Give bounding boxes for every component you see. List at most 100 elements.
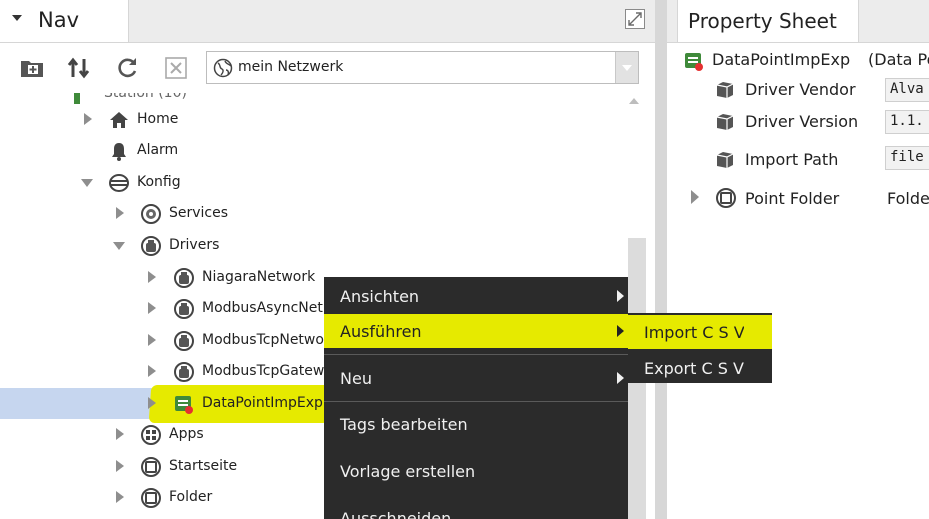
submenu-arrow-icon: [617, 290, 624, 302]
expand-icon[interactable]: [116, 207, 124, 219]
menu-item-ansichten[interactable]: Ansichten: [324, 279, 628, 313]
property-label: Driver Vendor: [745, 80, 856, 99]
expand-icon[interactable]: [148, 302, 156, 314]
menu-item-label: Ausschneiden: [340, 509, 452, 519]
tree-row-drivers[interactable]: Drivers: [0, 230, 620, 261]
menu-item-label: Ansichten: [340, 287, 420, 306]
property-row-import-path[interactable]: Import Path file: [667, 145, 929, 175]
menu-item-label: Export C S V: [644, 359, 744, 378]
tree-label: Drivers: [169, 237, 220, 253]
tree-row-konfig[interactable]: Konfig: [0, 167, 620, 198]
services-icon: [140, 203, 162, 225]
property-sheet-title: Property Sheet: [688, 9, 837, 33]
menu-item-import-csv[interactable]: Import C S V: [628, 315, 745, 349]
submenu-ausfuehren: Import C S V Export C S V: [628, 313, 772, 383]
property-value-field[interactable]: 1.1.: [885, 110, 929, 134]
tree-label: Home: [137, 111, 179, 127]
property-sheet-tab[interactable]: Property Sheet: [677, 0, 859, 42]
tree-label: Alarm: [137, 142, 179, 158]
menu-item-ausfuehren[interactable]: Ausführen: [324, 314, 628, 348]
expand-icon[interactable]: [116, 491, 124, 503]
tree-row-alarm[interactable]: Alarm: [0, 135, 620, 166]
folder-icon: [140, 487, 162, 509]
database-icon: [108, 172, 130, 194]
expand-icon[interactable]: [148, 397, 156, 409]
submenu-arrow-icon: [617, 372, 624, 384]
property-root-row[interactable]: DataPointImpExp (Data Po: [667, 46, 929, 74]
network-icon: [173, 361, 195, 383]
scroll-up-icon[interactable]: [629, 98, 639, 104]
menu-item-vorlage-erstellen[interactable]: Vorlage erstellen: [324, 454, 628, 488]
property-sheet-panel: Property Sheet DataPointImpExp (Data Po …: [667, 0, 929, 519]
expand-icon[interactable]: [148, 334, 156, 346]
menu-item-neu[interactable]: Neu: [324, 361, 628, 395]
expand-icon[interactable]: [116, 428, 124, 440]
tree-row-home[interactable]: Home: [0, 104, 620, 135]
network-icon: [173, 298, 195, 320]
menu-item-tags-bearbeiten[interactable]: Tags bearbeiten: [324, 407, 628, 441]
expand-icon[interactable]: [84, 113, 92, 125]
property-row-driver-version[interactable]: Driver Version 1.1.: [667, 108, 929, 138]
nav-tab-title: Nav: [38, 8, 80, 32]
property-label: Import Path: [745, 150, 839, 169]
tree-label: ModbusAsyncNet: [202, 300, 323, 316]
property-label: Point Folder: [745, 189, 840, 208]
collapse-icon[interactable]: [81, 179, 93, 187]
expand-icon[interactable]: [148, 271, 156, 283]
close-icon[interactable]: [163, 55, 189, 81]
caret-down-icon[interactable]: [12, 15, 22, 21]
property-value: Folde: [887, 189, 929, 208]
property-root-label: DataPointImpExp: [712, 50, 851, 69]
menu-item-label: Import C S V: [644, 323, 745, 342]
network-icon: [173, 330, 195, 352]
property-icon: [715, 111, 735, 131]
submenu-arrow-icon: [617, 325, 624, 337]
menu-separator: [324, 354, 628, 355]
dropdown-arrow-icon[interactable]: [615, 52, 638, 83]
new-folder-button[interactable]: [19, 55, 45, 81]
location-select[interactable]: mein Netzwerk: [206, 51, 639, 84]
drivers-icon: [140, 235, 162, 257]
maximize-icon[interactable]: [625, 9, 645, 29]
menu-item-label: Vorlage erstellen: [340, 462, 476, 481]
property-value-field[interactable]: Alva: [885, 78, 929, 102]
tree-label: Station (10): [104, 93, 187, 101]
home-icon: [108, 109, 130, 131]
property-sheet-header: Property Sheet: [667, 0, 929, 43]
folder-icon: [140, 456, 162, 478]
property-value-field[interactable]: file: [885, 146, 929, 170]
menu-item-label: Neu: [340, 369, 372, 388]
tree-label: Apps: [169, 426, 204, 442]
menu-separator: [324, 401, 628, 402]
tree-label: Startseite: [169, 458, 238, 474]
tree-label: NiagaraNetwork: [202, 269, 316, 285]
bell-icon: [108, 140, 130, 162]
apps-icon: [140, 424, 162, 446]
network-icon: [173, 267, 195, 289]
tree-label: Folder: [169, 489, 213, 505]
nav-tab[interactable]: Nav: [0, 0, 129, 42]
property-label: Driver Version: [745, 112, 859, 131]
expand-icon[interactable]: [148, 365, 156, 377]
menu-item-export-csv[interactable]: Export C S V: [628, 351, 772, 385]
property-row-driver-vendor[interactable]: Driver Vendor Alva: [667, 76, 929, 106]
menu-item-label: Tags bearbeiten: [340, 415, 468, 434]
menu-item-ausschneiden[interactable]: Ausschneiden: [324, 501, 628, 519]
tree-label: ModbusTcpGatew: [202, 363, 325, 379]
collapse-icon[interactable]: [113, 242, 125, 250]
tree-row-services[interactable]: Services: [0, 198, 620, 229]
property-row-point-folder[interactable]: Point Folder Folde: [667, 184, 929, 214]
property-icon: [715, 149, 735, 169]
highlight-marker: [744, 315, 772, 349]
expand-icon[interactable]: [691, 190, 699, 204]
property-root-type: (Data Po: [868, 50, 929, 69]
sort-icon[interactable]: [66, 55, 92, 81]
context-menu: Ansichten Ausführen Neu Tags bearbeiten …: [324, 277, 628, 519]
menu-item-label: Ausführen: [340, 322, 422, 341]
panel-splitter[interactable]: [655, 0, 667, 519]
expand-icon[interactable]: [116, 460, 124, 472]
tree-label: Services: [169, 205, 229, 221]
folder-icon: [715, 187, 737, 213]
refresh-icon[interactable]: [114, 55, 140, 81]
property-icon: [715, 79, 735, 99]
